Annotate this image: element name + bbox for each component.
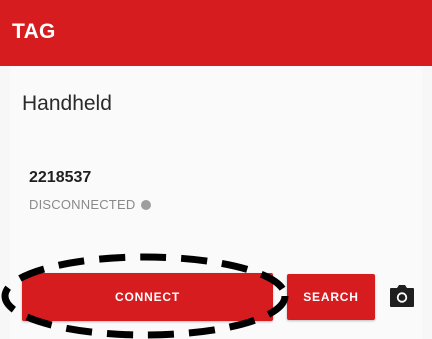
connection-status: DISCONNECTED bbox=[29, 197, 152, 212]
device-id: 2218537 bbox=[29, 169, 92, 186]
connect-button[interactable]: CONNECT bbox=[22, 273, 273, 321]
camera-icon-glyph bbox=[390, 285, 414, 307]
app-bar: TAG bbox=[0, 0, 432, 66]
connect-button-label: CONNECT bbox=[115, 290, 180, 304]
section-title: Handheld bbox=[22, 92, 112, 115]
search-button[interactable]: SEARCH bbox=[287, 274, 375, 320]
camera-icon[interactable] bbox=[389, 284, 415, 308]
app-title: TAG bbox=[12, 20, 56, 43]
status-text: DISCONNECTED bbox=[29, 197, 136, 212]
status-dot-icon bbox=[141, 199, 152, 210]
search-button-label: SEARCH bbox=[303, 290, 359, 304]
